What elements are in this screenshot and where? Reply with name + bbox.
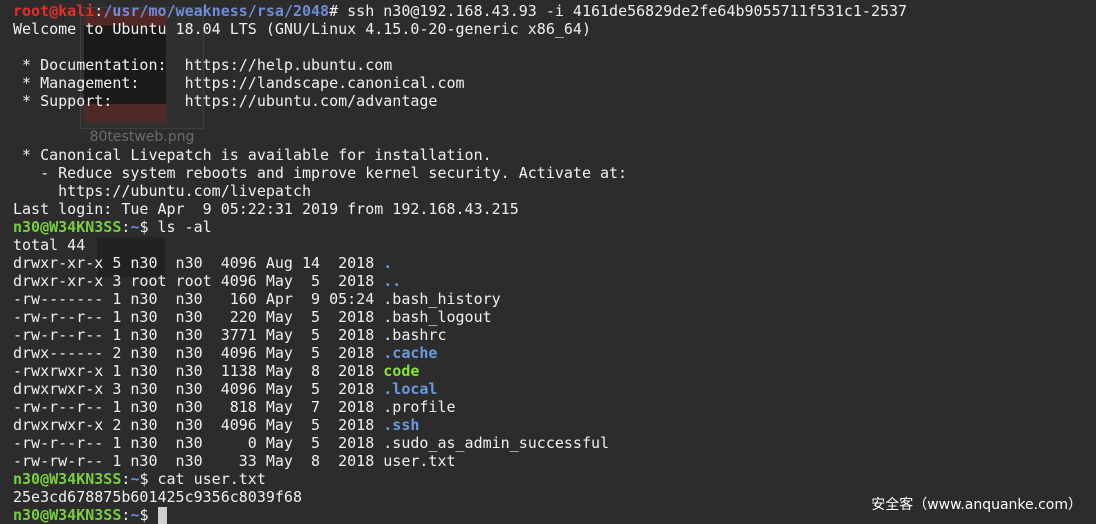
- ls-entry: drwxrwxr-x 2 n30 n30 4096 May 5 2018 .ss…: [13, 416, 1096, 434]
- ls-entry: -rw-r--r-- 1 n30 n30 0 May 5 2018 .sudo_…: [13, 434, 1096, 452]
- terminal-output[interactable]: root@kali:/usr/mo/weakness/rsa/2048# ssh…: [0, 0, 1096, 524]
- motd-line: * Documentation: https://help.ubuntu.com: [13, 56, 393, 74]
- ls-entry-info: -rw-r--r-- 1 n30 n30 220 May 5 2018: [13, 308, 384, 326]
- ls-entry-name: code: [383, 362, 420, 380]
- ls-entry: -rw-rw-r-- 1 n30 n30 33 May 8 2018 user.…: [13, 452, 1096, 470]
- prompt-symbol: $: [139, 218, 158, 236]
- ls-entry-info: -rwxrwxr-x 1 n30 n30 1138 May 8 2018: [13, 362, 384, 380]
- ls-entry-info: drwxr-xr-x 5 n30 n30 4096 Aug 14 2018: [13, 254, 384, 272]
- ls-entry-info: -rw-r--r-- 1 n30 n30 818 May 7 2018: [13, 398, 384, 416]
- cat-command: cat user.txt: [157, 470, 266, 488]
- user-prompt-line: n30@W34KN3SS:~$ cat user.txt: [13, 470, 1096, 488]
- ls-total-line: total 44: [13, 236, 86, 254]
- ls-entry: drwxr-xr-x 5 n30 n30 4096 Aug 14 2018 .: [13, 254, 1096, 272]
- motd-line: * Management: https://landscape.canonica…: [13, 74, 465, 92]
- user-prompt-line: n30@W34KN3SS:~$ ls -al: [13, 218, 1096, 236]
- motd-line: * Support: https://ubuntu.com/advantage: [13, 92, 438, 110]
- prompt-user-host: n30@W34KN3SS: [13, 218, 122, 236]
- ls-entry: -rw-r--r-- 1 n30 n30 3771 May 5 2018 .ba…: [13, 326, 1096, 344]
- ls-entry-name: .local: [383, 380, 438, 398]
- ls-entry: drwx------ 2 n30 n30 4096 May 5 2018 .ca…: [13, 344, 1096, 362]
- ls-entry: drwxr-xr-x 3 root root 4096 May 5 2018 .…: [13, 272, 1096, 290]
- ls-entry-name: .profile: [383, 398, 456, 416]
- ls-entry-name: .bash_logout: [383, 308, 492, 326]
- prompt-user-host: n30@W34KN3SS: [13, 506, 122, 524]
- last-login-line: Last login: Tue Apr 9 05:22:31 2019 from…: [13, 200, 519, 218]
- ls-entry-info: drwxrwxr-x 3 n30 n30 4096 May 5 2018: [13, 380, 384, 398]
- motd-line: - Reduce system reboots and improve kern…: [13, 164, 628, 182]
- prompt-symbol: $: [139, 506, 158, 524]
- ls-entry: drwxrwxr-x 3 n30 n30 4096 May 5 2018 .lo…: [13, 380, 1096, 398]
- text-cursor: [157, 507, 167, 524]
- ls-entry-info: drwxrwxr-x 2 n30 n30 4096 May 5 2018: [13, 416, 384, 434]
- motd-line: Welcome to Ubuntu 18.04 LTS (GNU/Linux 4…: [13, 20, 591, 38]
- motd-line: * Canonical Livepatch is available for i…: [13, 146, 492, 164]
- ls-entry-name: .ssh: [383, 416, 420, 434]
- terminal-window: 80testweb.png root@kali:/usr/mo/weakness…: [0, 0, 1096, 524]
- root-prompt-line: root@kali:/usr/mo/weakness/rsa/2048# ssh…: [13, 2, 1096, 20]
- ls-entry-name: .bash_history: [383, 290, 501, 308]
- ls-entry-name: .sudo_as_admin_successful: [383, 434, 610, 452]
- ls-entry: -rw-r--r-- 1 n30 n30 220 May 5 2018 .bas…: [13, 308, 1096, 326]
- prompt-symbol: $: [139, 470, 158, 488]
- prompt-user-host: root@kali: [13, 2, 95, 20]
- ls-entry-info: -rw-r--r-- 1 n30 n30 3771 May 5 2018: [13, 326, 384, 344]
- prompt-symbol: #: [329, 2, 348, 20]
- prompt-cwd: /usr/mo/weakness/rsa/2048: [103, 2, 330, 20]
- ls-entry-info: drwx------ 2 n30 n30 4096 May 5 2018: [13, 344, 384, 362]
- ls-entry-name: user.txt: [383, 452, 456, 470]
- ls-command: ls -al: [157, 218, 212, 236]
- ssh-command: ssh n30@192.168.43.93 -i 4161de56829de2f…: [347, 2, 908, 20]
- ls-entry: -rw-r--r-- 1 n30 n30 818 May 7 2018 .pro…: [13, 398, 1096, 416]
- ls-entry-info: -rw-rw-r-- 1 n30 n30 33 May 8 2018: [13, 452, 384, 470]
- ls-entry: -rwxrwxr-x 1 n30 n30 1138 May 8 2018 cod…: [13, 362, 1096, 380]
- ls-entry-name: .cache: [383, 344, 438, 362]
- ls-entry: -rw------- 1 n30 n30 160 Apr 9 05:24 .ba…: [13, 290, 1096, 308]
- prompt-user-host: n30@W34KN3SS: [13, 470, 122, 488]
- prompt-colon: :: [94, 2, 104, 20]
- ls-entry-info: -rw------- 1 n30 n30 160 Apr 9 05:24: [13, 290, 384, 308]
- ls-entry-info: drwxr-xr-x 3 root root 4096 May 5 2018: [13, 272, 384, 290]
- ls-entry-name: .: [383, 254, 393, 272]
- ls-entry-name: .bashrc: [383, 326, 447, 344]
- ls-entry-info: -rw-r--r-- 1 n30 n30 0 May 5 2018: [13, 434, 384, 452]
- ls-entry-name: ..: [383, 272, 402, 290]
- watermark: 安全客（www.anquanke.com）: [871, 497, 1082, 513]
- motd-line: https://ubuntu.com/livepatch: [13, 182, 312, 200]
